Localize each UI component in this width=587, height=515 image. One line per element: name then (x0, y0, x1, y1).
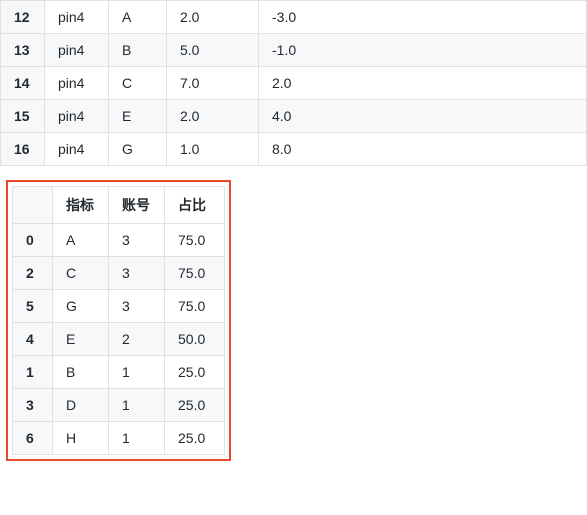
upper-data-table: 12 pin4 A 2.0 -3.0 13 pin4 B 5.0 -1.0 14… (0, 0, 587, 166)
cell: 2 (109, 323, 165, 356)
cell: B (109, 34, 167, 67)
cell: pin4 (45, 100, 109, 133)
cell: pin4 (45, 133, 109, 166)
cell: 25.0 (165, 389, 225, 422)
row-index: 6 (13, 422, 53, 455)
header-ratio: 占比 (165, 187, 225, 224)
cell: 1.0 (167, 133, 259, 166)
summary-table: 指标 账号 占比 0 A 3 75.0 2 C 3 75.0 5 G 3 (12, 186, 225, 455)
cell: 2.0 (167, 1, 259, 34)
cell: pin4 (45, 1, 109, 34)
cell: 3 (109, 290, 165, 323)
cell: E (109, 100, 167, 133)
cell: 4.0 (259, 100, 587, 133)
upper-table-container: 12 pin4 A 2.0 -3.0 13 pin4 B 5.0 -1.0 14… (0, 0, 587, 166)
cell: 1 (109, 356, 165, 389)
cell: C (53, 257, 109, 290)
table-row: 16 pin4 G 1.0 8.0 (1, 133, 587, 166)
table-row: 14 pin4 C 7.0 2.0 (1, 67, 587, 100)
cell: A (109, 1, 167, 34)
cell: 1 (109, 422, 165, 455)
cell: 25.0 (165, 422, 225, 455)
header-blank (13, 187, 53, 224)
row-index: 13 (1, 34, 45, 67)
cell: 3 (109, 224, 165, 257)
table-row: 1 B 1 25.0 (13, 356, 225, 389)
cell: G (109, 133, 167, 166)
header-indicator: 指标 (53, 187, 109, 224)
cell: pin4 (45, 67, 109, 100)
header-account: 账号 (109, 187, 165, 224)
cell: 75.0 (165, 257, 225, 290)
cell: 75.0 (165, 224, 225, 257)
cell: A (53, 224, 109, 257)
cell: 1 (109, 389, 165, 422)
cell: 25.0 (165, 356, 225, 389)
row-index: 12 (1, 1, 45, 34)
cell: E (53, 323, 109, 356)
table-row: 0 A 3 75.0 (13, 224, 225, 257)
cell: 2.0 (167, 100, 259, 133)
row-index: 15 (1, 100, 45, 133)
table-row: 6 H 1 25.0 (13, 422, 225, 455)
cell: C (109, 67, 167, 100)
cell: B (53, 356, 109, 389)
cell: 2.0 (259, 67, 587, 100)
row-index: 3 (13, 389, 53, 422)
header-row: 指标 账号 占比 (13, 187, 225, 224)
row-index: 0 (13, 224, 53, 257)
row-index: 14 (1, 67, 45, 100)
table-row: 12 pin4 A 2.0 -3.0 (1, 1, 587, 34)
cell: 3 (109, 257, 165, 290)
table-row: 15 pin4 E 2.0 4.0 (1, 100, 587, 133)
table-row: 3 D 1 25.0 (13, 389, 225, 422)
cell: D (53, 389, 109, 422)
row-index: 4 (13, 323, 53, 356)
table-row: 4 E 2 50.0 (13, 323, 225, 356)
cell: -1.0 (259, 34, 587, 67)
row-index: 2 (13, 257, 53, 290)
cell: -3.0 (259, 1, 587, 34)
table-row: 5 G 3 75.0 (13, 290, 225, 323)
row-index: 5 (13, 290, 53, 323)
cell: 50.0 (165, 323, 225, 356)
cell: 8.0 (259, 133, 587, 166)
cell: H (53, 422, 109, 455)
cell: G (53, 290, 109, 323)
cell: pin4 (45, 34, 109, 67)
table-row: 2 C 3 75.0 (13, 257, 225, 290)
row-index: 1 (13, 356, 53, 389)
cell: 5.0 (167, 34, 259, 67)
highlighted-table-container: 指标 账号 占比 0 A 3 75.0 2 C 3 75.0 5 G 3 (6, 180, 231, 461)
cell: 75.0 (165, 290, 225, 323)
row-index: 16 (1, 133, 45, 166)
cell: 7.0 (167, 67, 259, 100)
table-row: 13 pin4 B 5.0 -1.0 (1, 34, 587, 67)
